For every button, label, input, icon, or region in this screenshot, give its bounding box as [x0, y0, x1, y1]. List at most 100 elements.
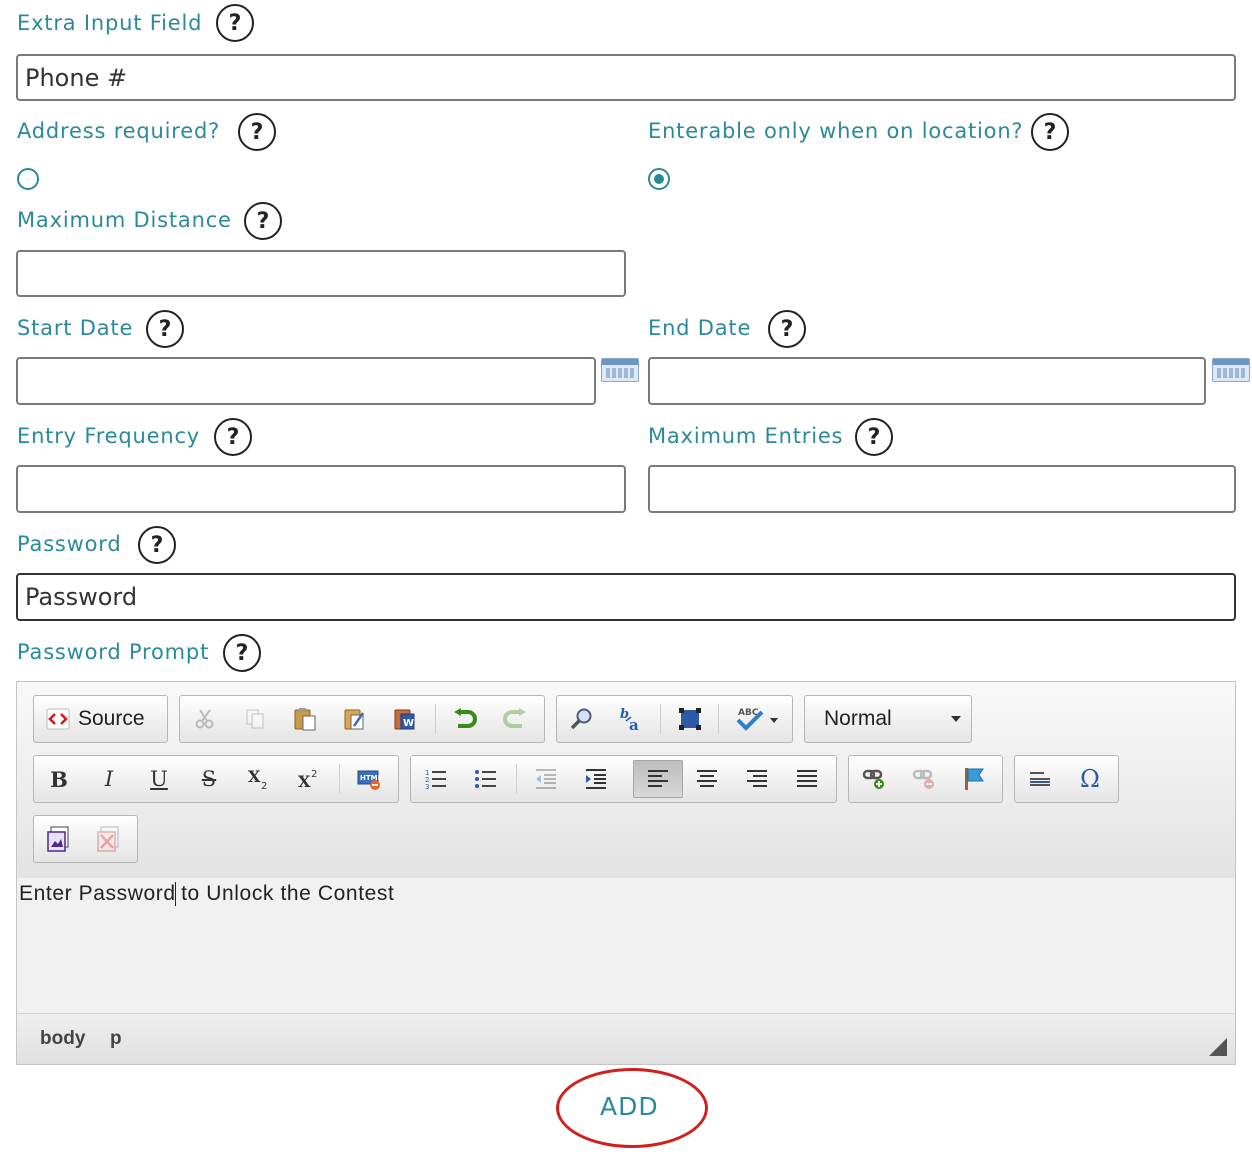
select-all-button[interactable]	[670, 700, 710, 738]
spellcheck-button[interactable]: ABC	[728, 700, 788, 738]
editor-content[interactable]: Enter Password to Unlock the Contest	[17, 878, 1235, 1014]
password-help-icon[interactable]: ?	[138, 526, 176, 564]
extra-input-field[interactable]	[16, 54, 1236, 101]
replace-button[interactable]: ba	[612, 700, 652, 738]
entry-frequency-help-icon[interactable]: ?	[214, 418, 252, 456]
start-date-calendar-icon[interactable]	[601, 358, 639, 382]
editor-content-text-start: Enter Password	[19, 882, 176, 905]
indent-icon	[584, 767, 608, 791]
toolbar-group-paragraph: 123	[410, 755, 837, 803]
justify-button[interactable]	[787, 760, 827, 798]
underline-button[interactable]: U	[139, 760, 179, 798]
image-button[interactable]	[39, 820, 79, 858]
horizontal-rule-button[interactable]	[1020, 760, 1060, 798]
max-distance-help-icon[interactable]: ?	[244, 202, 282, 240]
svg-text:2: 2	[311, 769, 317, 780]
password-prompt-help-icon[interactable]: ?	[223, 634, 261, 672]
paste-text-button[interactable]	[335, 700, 375, 738]
anchor-button[interactable]	[954, 760, 994, 798]
align-left-button[interactable]	[633, 760, 683, 798]
end-date-help-icon[interactable]: ?	[768, 310, 806, 348]
bold-icon: B	[50, 766, 68, 792]
source-icon	[46, 708, 70, 730]
address-required-label: Address required?	[17, 119, 221, 143]
undo-button[interactable]	[445, 700, 485, 738]
start-date-input[interactable]	[16, 357, 596, 405]
copy-icon	[244, 708, 266, 730]
subscript-button[interactable]: X2	[239, 760, 279, 798]
password-prompt-label: Password Prompt	[17, 640, 210, 664]
remove-format-icon: HTML	[356, 767, 382, 791]
password-input[interactable]	[16, 573, 1236, 621]
end-date-input[interactable]	[648, 357, 1206, 405]
justify-icon	[795, 768, 819, 790]
extra-input-label: Extra Input Field	[17, 11, 203, 35]
svg-text:HTML: HTML	[360, 774, 382, 782]
unlink-button[interactable]	[904, 760, 944, 798]
find-button[interactable]	[562, 700, 602, 738]
bold-button[interactable]: B	[39, 760, 79, 798]
numbered-list-icon: 123	[424, 767, 448, 791]
paste-word-button[interactable]: W	[385, 700, 425, 738]
toolbar-separator	[435, 704, 436, 734]
path-item-p[interactable]: p	[110, 1028, 122, 1050]
editor-toolbar: Source W b a ABC Normal B I U S X 2 X 2 …	[17, 682, 1235, 879]
address-required-help-icon[interactable]: ?	[238, 113, 276, 151]
resize-handle[interactable]	[1209, 1038, 1227, 1056]
italic-button[interactable]: I	[89, 760, 129, 798]
toolbar-group-insert: Ω	[1014, 755, 1119, 803]
max-distance-label: Maximum Distance	[17, 208, 232, 232]
path-item-body[interactable]: body	[40, 1028, 85, 1050]
entry-frequency-label: Entry Frequency	[17, 424, 201, 448]
enterable-on-location-help-icon[interactable]: ?	[1031, 113, 1069, 151]
max-entries-label: Maximum Entries	[648, 424, 844, 448]
redo-button[interactable]	[495, 700, 535, 738]
paste-button[interactable]	[285, 700, 325, 738]
numbered-list-button[interactable]: 123	[416, 760, 456, 798]
enterable-on-location-radio[interactable]	[648, 168, 670, 190]
align-right-button[interactable]	[737, 760, 777, 798]
address-required-radio[interactable]	[17, 168, 39, 190]
align-right-icon	[745, 768, 769, 790]
toolbar-group-links	[848, 755, 1003, 803]
image-icon	[47, 826, 71, 852]
editor-content-text-end: to Unlock the Contest	[174, 882, 395, 905]
extra-input-help-icon[interactable]: ?	[216, 4, 254, 42]
cut-button[interactable]	[185, 700, 225, 738]
strike-icon: S	[201, 767, 217, 791]
end-date-calendar-icon[interactable]	[1212, 358, 1250, 382]
svg-text:X: X	[298, 772, 311, 791]
link-button[interactable]	[854, 760, 894, 798]
max-distance-input[interactable]	[16, 250, 626, 297]
special-char-button[interactable]: Ω	[1070, 760, 1110, 798]
source-button[interactable]: Source	[38, 700, 164, 738]
start-date-help-icon[interactable]: ?	[146, 310, 184, 348]
remove-image-button[interactable]	[89, 820, 129, 858]
max-entries-input[interactable]	[648, 465, 1236, 513]
max-entries-help-icon[interactable]: ?	[855, 418, 893, 456]
undo-icon	[452, 708, 478, 730]
svg-text:2: 2	[261, 781, 267, 791]
underline-icon: U	[150, 767, 168, 791]
horizontal-rule-icon	[1028, 768, 1052, 790]
link-icon	[862, 767, 886, 791]
align-center-button[interactable]	[687, 760, 727, 798]
add-button[interactable]: ADD	[600, 1092, 659, 1121]
paste-text-icon	[343, 707, 367, 731]
toolbar-separator	[339, 764, 340, 794]
start-date-label: Start Date	[17, 316, 134, 340]
superscript-icon: X2	[297, 767, 321, 791]
superscript-button[interactable]: X2	[289, 760, 329, 798]
toolbar-separator	[718, 704, 719, 734]
strike-button[interactable]: S	[189, 760, 229, 798]
format-select[interactable]: Normal	[804, 695, 972, 743]
copy-button[interactable]	[235, 700, 275, 738]
replace-icon: ba	[619, 706, 645, 732]
indent-button[interactable]	[576, 760, 616, 798]
remove-format-button[interactable]: HTML	[349, 760, 389, 798]
entry-frequency-input[interactable]	[16, 465, 626, 513]
outdent-button[interactable]	[526, 760, 566, 798]
bulleted-list-button[interactable]	[466, 760, 506, 798]
format-select-value: Normal	[824, 707, 892, 730]
italic-icon: I	[104, 767, 114, 791]
